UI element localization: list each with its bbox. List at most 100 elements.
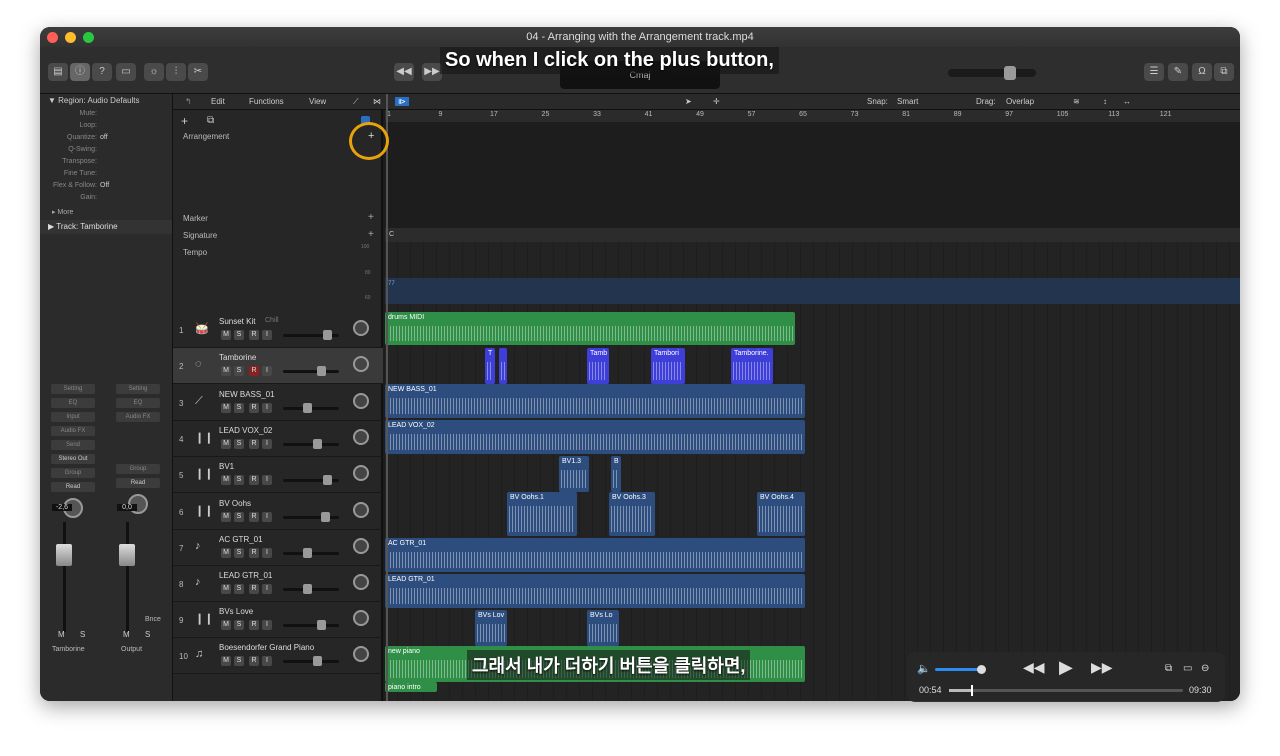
flex-icon[interactable]: ⋈ xyxy=(373,97,381,106)
playhead[interactable] xyxy=(386,94,388,701)
smart-controls-button[interactable]: ☼ xyxy=(144,63,164,81)
track-input-monitor-button[interactable]: I xyxy=(262,512,272,522)
track-input-monitor-button[interactable]: I xyxy=(262,584,272,594)
pointer-tool-icon[interactable]: ➤ xyxy=(685,97,692,106)
view-menu[interactable]: View xyxy=(309,97,326,106)
inspector-button[interactable]: ⓘ xyxy=(70,63,90,81)
region-param-row[interactable]: Q-Swing: xyxy=(40,146,172,158)
setting-button-2[interactable]: Setting xyxy=(116,384,160,394)
track-solo-button[interactable]: S xyxy=(234,512,244,522)
track-pan-knob[interactable] xyxy=(353,320,369,336)
duplicate-track-icon[interactable]: ⧉ xyxy=(207,115,214,126)
track-solo-button[interactable]: S xyxy=(234,330,244,340)
region-b[interactable]: B xyxy=(611,456,621,492)
horizontal-zoom-icon[interactable]: ↔ xyxy=(1123,97,1131,106)
track-volume-fader[interactable] xyxy=(283,548,339,558)
track-name[interactable]: BV Oohs xyxy=(219,499,251,508)
snap-select[interactable]: Smart xyxy=(897,97,918,106)
pip-icon[interactable]: ⧉ xyxy=(1165,663,1172,674)
track-record-button[interactable]: R xyxy=(249,475,259,485)
waveform-zoom-icon[interactable]: ≋ xyxy=(1073,97,1080,106)
zoom-window-button[interactable] xyxy=(83,32,94,43)
track-pan-knob[interactable] xyxy=(353,393,369,409)
track-header[interactable]: 9 ❙❙ BVs Love M S R I xyxy=(173,602,383,638)
track-name[interactable]: Tamborine xyxy=(219,353,256,362)
editors-button[interactable]: ✂ xyxy=(188,63,208,81)
track-solo-button[interactable]: S xyxy=(234,475,244,485)
track-pan-knob[interactable] xyxy=(353,610,369,626)
region-drums[interactable]: drums MIDI xyxy=(385,312,795,345)
arrangement-global-track[interactable] xyxy=(385,122,1240,228)
scrubber-bar[interactable] xyxy=(949,685,1183,696)
track-record-button[interactable]: R xyxy=(249,548,259,558)
automation-button-1[interactable]: Read xyxy=(51,482,95,492)
track-mute-button[interactable]: M xyxy=(221,656,231,666)
region-tambori[interactable]: Tambori xyxy=(651,348,685,384)
track-solo-button[interactable]: S xyxy=(234,584,244,594)
play-icon[interactable]: ▶ xyxy=(1059,657,1073,678)
track-record-button[interactable]: R xyxy=(249,512,259,522)
toolbar-toggle-button[interactable]: ▭ xyxy=(116,63,136,81)
audio-fx-button-1[interactable]: Audio FX xyxy=(51,426,95,436)
track-header[interactable]: 7 ♪ AC GTR_01 M S R I xyxy=(173,530,383,566)
volume-fader-1[interactable] xyxy=(54,522,74,632)
track-header[interactable]: 8 ♪ LEAD GTR_01 M S R I xyxy=(173,566,383,602)
track-mute-button[interactable]: M xyxy=(221,620,231,630)
region-param-row[interactable]: Transpose: xyxy=(40,158,172,170)
track-solo-button[interactable]: S xyxy=(234,548,244,558)
region-oohs3[interactable]: BV Oohs.3 xyxy=(609,492,655,536)
track-record-button[interactable]: R xyxy=(249,620,259,630)
pencil-tool-icon[interactable]: ✛ xyxy=(713,97,720,106)
functions-menu[interactable]: Functions xyxy=(249,97,284,106)
automation-button-2[interactable]: Read xyxy=(116,478,160,488)
tempo-lane[interactable]: 77 xyxy=(385,278,1240,304)
bar-ruler[interactable]: 1 9 17 25 33 41 49 57 65 73 81 89 97 105 113 121 xyxy=(385,110,1240,122)
track-mute-button[interactable]: M xyxy=(221,330,231,340)
track-mute-button[interactable]: M xyxy=(221,475,231,485)
region-inspector-header[interactable]: ▼ Region: Audio Defaults xyxy=(40,96,172,108)
track-volume-fader[interactable] xyxy=(283,475,339,485)
region-bass[interactable]: NEW BASS_01 xyxy=(385,384,805,418)
list-editors-button[interactable]: ☰ xyxy=(1144,63,1164,81)
close-window-button[interactable] xyxy=(47,32,58,43)
track-mute-button[interactable]: M xyxy=(221,512,231,522)
track-mute-button[interactable]: M xyxy=(221,403,231,413)
track-name[interactable]: Sunset Kit xyxy=(219,317,255,326)
loop-browser-button[interactable]: Ω xyxy=(1192,63,1212,81)
track-solo-button[interactable]: S xyxy=(234,403,244,413)
rewind-button[interactable]: ◀◀ xyxy=(394,63,414,81)
skip-back-icon[interactable]: ◀◀ xyxy=(1023,659,1045,676)
track-volume-fader[interactable] xyxy=(283,512,339,522)
region-param-value[interactable]: Off xyxy=(100,182,109,194)
track-pan-knob[interactable] xyxy=(353,502,369,518)
volume-icon[interactable]: 🔈 xyxy=(917,662,931,675)
region-param-row[interactable]: Mute: xyxy=(40,110,172,122)
add-track-button[interactable]: + xyxy=(181,114,188,128)
browsers-button[interactable]: ⧉ xyxy=(1214,63,1234,81)
mute-button-strip2[interactable]: M xyxy=(123,630,130,639)
track-pan-knob[interactable] xyxy=(353,465,369,481)
region-oohs4[interactable]: BV Oohs.4 xyxy=(757,492,805,536)
region-param-row[interactable]: Flex & Follow: Off xyxy=(40,182,172,194)
track-name[interactable]: BV1 xyxy=(219,462,234,471)
track-header[interactable]: 3 ⟋ NEW BASS_01 M S R I xyxy=(173,385,383,421)
region-pianointro[interactable]: piano intro xyxy=(385,682,437,692)
track-volume-fader[interactable] xyxy=(283,656,339,666)
region-leadgtr[interactable]: LEAD GTR_01 xyxy=(385,574,805,608)
track-header[interactable]: 6 ❙❙ BV Oohs M S R I xyxy=(173,494,383,530)
track-volume-fader[interactable] xyxy=(283,620,339,630)
volume-slider[interactable] xyxy=(935,665,986,674)
group-button-1[interactable]: Group xyxy=(51,468,95,478)
track-input-monitor-button[interactable]: I xyxy=(262,620,272,630)
track-solo-button[interactable]: S xyxy=(234,366,244,376)
track-volume-fader[interactable] xyxy=(283,439,339,449)
audio-fx-button-2[interactable]: Audio FX xyxy=(116,412,160,422)
region-t1[interactable]: T xyxy=(485,348,495,384)
track-record-button[interactable]: R xyxy=(249,439,259,449)
more-disclosure[interactable]: ▸ More xyxy=(40,208,172,216)
track-input-monitor-button[interactable]: I xyxy=(262,330,272,340)
back-arrow-icon[interactable]: ↰ xyxy=(185,97,192,106)
solo-button-strip1[interactable]: S xyxy=(80,630,85,639)
input-button-1[interactable]: Input xyxy=(51,412,95,422)
vertical-zoom-icon[interactable]: ↕ xyxy=(1103,97,1107,106)
